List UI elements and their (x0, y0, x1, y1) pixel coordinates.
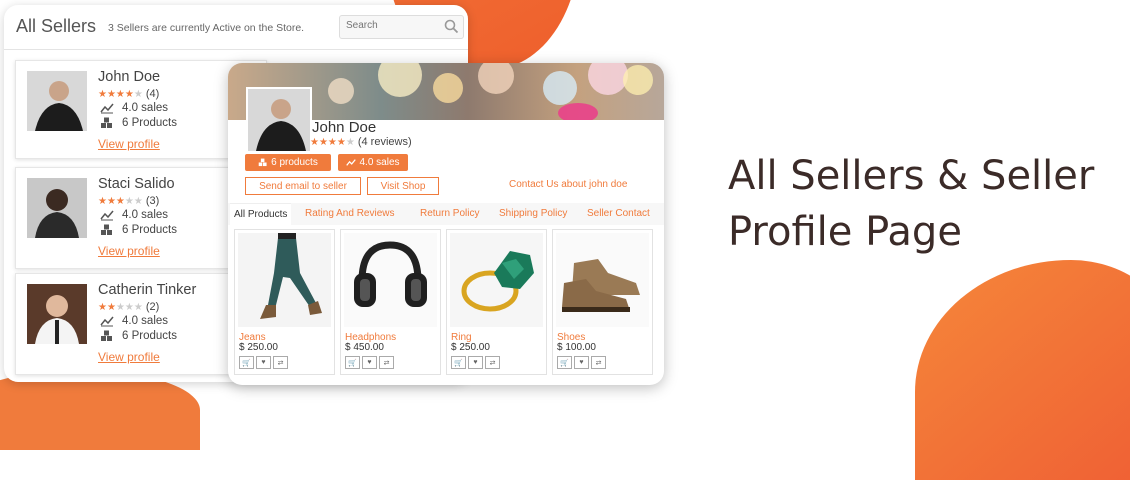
tab-rating-and-reviews[interactable]: Rating And Reviews (305, 208, 395, 219)
badge-products-label: 6 products (271, 157, 318, 168)
boxes-icon (258, 158, 267, 167)
cart-icon[interactable]: 🛒 (239, 356, 254, 369)
product-card[interactable]: Headphons $ 450.00 🛒 ♥ ⇄ (340, 229, 441, 375)
seller-rating-stars: ★★★★★ (4) (98, 88, 160, 100)
heart-icon[interactable]: ♥ (468, 356, 483, 369)
product-price: $ 250.00 (239, 342, 278, 353)
all-sellers-title: All Sellers (16, 16, 97, 36)
rating-count: (2) (145, 301, 160, 313)
decorative-blob-bottom-left (0, 370, 200, 450)
product-price: $ 450.00 (345, 342, 384, 353)
view-profile-link[interactable]: View profile (98, 350, 160, 364)
avatar (27, 178, 87, 238)
trend-chart-icon (100, 316, 114, 327)
view-profile-link[interactable]: View profile (98, 244, 160, 258)
heart-icon[interactable]: ♥ (362, 356, 377, 369)
profile-rating-stars: ★★★★★ (4 reviews) (310, 136, 412, 148)
cart-icon[interactable]: 🛒 (557, 356, 572, 369)
tab-all-products[interactable]: All Products (230, 203, 292, 226)
review-count: (4 reviews) (357, 136, 412, 148)
trend-chart-icon (346, 159, 357, 166)
rating-count: (3) (145, 195, 160, 207)
active-sellers-count: 3 Sellers are currently Active on the St… (108, 22, 305, 34)
heart-icon[interactable]: ♥ (574, 356, 589, 369)
product-actions: 🛒 ♥ ⇄ (451, 356, 500, 369)
boxes-icon (101, 117, 112, 128)
search-icon[interactable] (444, 19, 459, 39)
product-price: $ 250.00 (451, 342, 490, 353)
seller-name: Catherin Tinker (98, 282, 197, 298)
avatar (27, 284, 87, 344)
seller-sales: 4.0 sales (100, 209, 168, 221)
seller-name: Staci Salido (98, 176, 175, 192)
product-actions: 🛒 ♥ ⇄ (345, 356, 394, 369)
search-input[interactable] (346, 20, 436, 31)
seller-search[interactable] (339, 15, 464, 39)
sales-badge[interactable]: 4.0 sales (338, 154, 408, 171)
decorative-blob-bottom-right (915, 260, 1130, 480)
avatar (27, 71, 87, 131)
view-profile-link[interactable]: View profile (98, 137, 160, 151)
product-card[interactable]: Jeans $ 250.00 🛒 ♥ ⇄ (234, 229, 335, 375)
seller-products: 6 Products (100, 117, 177, 129)
product-image-jeans[interactable] (238, 233, 331, 327)
product-image-headphones[interactable] (344, 233, 437, 327)
sales-value: 4.0 sales (122, 315, 169, 327)
compare-icon[interactable]: ⇄ (485, 356, 500, 369)
tab-seller-contact[interactable]: Seller Contact (587, 208, 650, 219)
seller-sales: 4.0 sales (100, 315, 168, 327)
contact-seller-link[interactable]: Contact Us about john doe (509, 179, 627, 190)
seller-sales: 4.0 sales (100, 102, 168, 114)
profile-avatar (246, 87, 312, 153)
product-price: $ 100.00 (557, 342, 596, 353)
products-value: 6 Products (122, 330, 177, 342)
cart-icon[interactable]: 🛒 (451, 356, 466, 369)
product-card[interactable]: Shoes $ 100.00 🛒 ♥ ⇄ (552, 229, 653, 375)
trend-chart-icon (100, 210, 114, 221)
seller-products: 6 Products (100, 330, 177, 342)
product-card[interactable]: Ring $ 250.00 🛒 ♥ ⇄ (446, 229, 547, 375)
compare-icon[interactable]: ⇄ (273, 356, 288, 369)
tab-return-policy[interactable]: Return Policy (420, 208, 479, 219)
rating-count: (4) (145, 88, 160, 100)
product-image-shoes[interactable] (556, 233, 649, 327)
seller-rating-stars: ★★★★★ (2) (98, 301, 160, 313)
boxes-icon (101, 330, 112, 341)
product-actions: 🛒 ♥ ⇄ (239, 356, 288, 369)
cart-icon[interactable]: 🛒 (345, 356, 360, 369)
seller-profile-panel: John Doe ★★★★★ (4 reviews) 6 products 4.0… (228, 63, 664, 385)
heart-icon[interactable]: ♥ (256, 356, 271, 369)
product-image-ring[interactable] (450, 233, 543, 327)
all-sellers-header: All Sellers 3 Sellers are currently Acti… (4, 5, 468, 50)
sales-value: 4.0 sales (122, 102, 169, 114)
products-value: 6 Products (122, 117, 177, 129)
profile-name: John Doe (312, 119, 377, 136)
seller-name: John Doe (98, 69, 161, 85)
compare-icon[interactable]: ⇄ (379, 356, 394, 369)
page-headline: All Sellers & Seller Profile Page (728, 153, 1095, 255)
seller-products: 6 Products (100, 224, 177, 236)
compare-icon[interactable]: ⇄ (591, 356, 606, 369)
tab-shipping-policy[interactable]: Shipping Policy (499, 208, 567, 219)
product-actions: 🛒 ♥ ⇄ (557, 356, 606, 369)
seller-rating-stars: ★★★★★ (3) (98, 195, 160, 207)
products-badge[interactable]: 6 products (245, 154, 331, 171)
badge-sales-label: 4.0 sales (359, 157, 400, 168)
sales-value: 4.0 sales (122, 209, 169, 221)
trend-chart-icon (100, 103, 114, 114)
profile-tabs: All Products Rating And Reviews Return P… (228, 203, 664, 226)
boxes-icon (101, 224, 112, 235)
visit-shop-button[interactable]: Visit Shop (367, 177, 439, 195)
send-email-button[interactable]: Send email to seller (245, 177, 361, 195)
products-value: 6 Products (122, 224, 177, 236)
